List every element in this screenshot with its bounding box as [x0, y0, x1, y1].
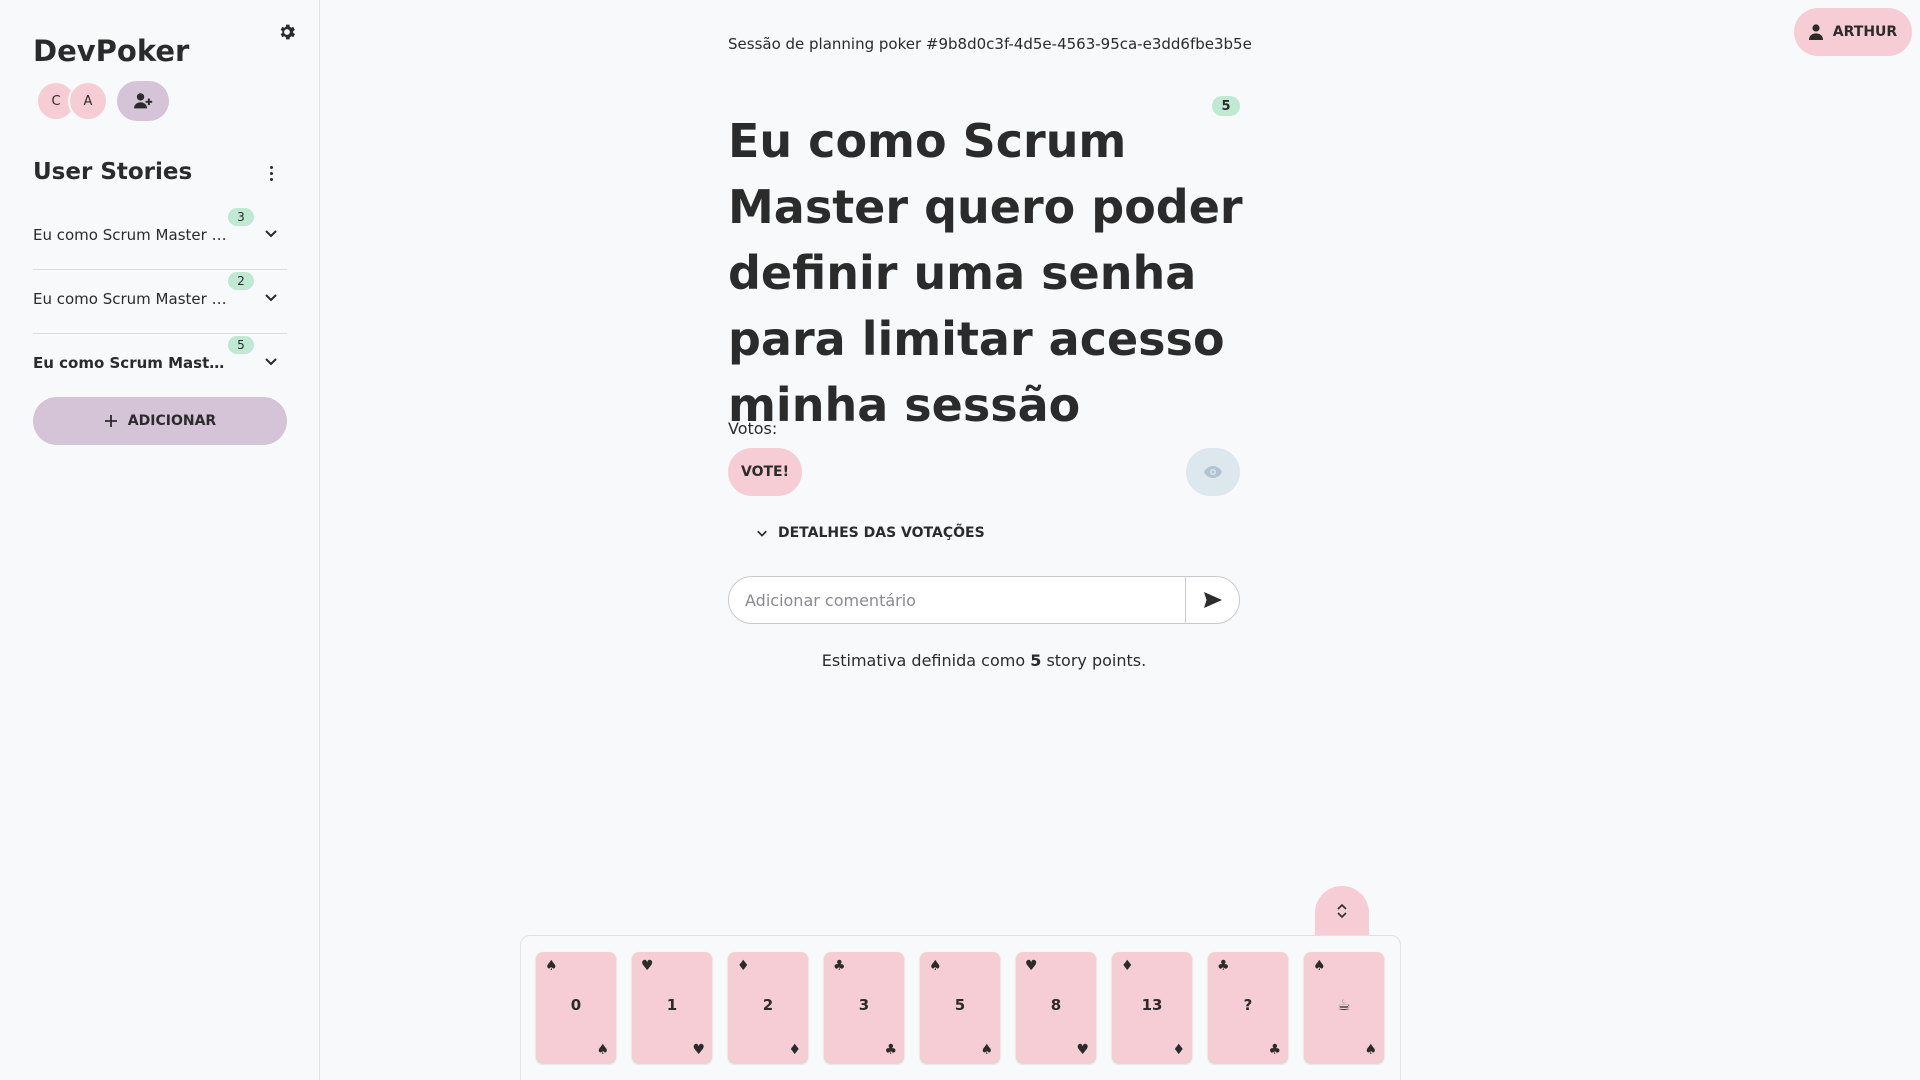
- story-item[interactable]: Eu como Scrum Master q... 2: [33, 270, 287, 334]
- add-story-label: ADICIONAR: [127, 413, 217, 429]
- estimate-value: 5: [1030, 651, 1042, 670]
- suit-icon: ♣: [1217, 958, 1230, 974]
- story-item[interactable]: Eu como Scrum Master q... 3: [33, 206, 287, 270]
- suit-icon: ♠: [980, 1042, 993, 1058]
- story-points-badge: 3: [228, 208, 254, 226]
- poker-card[interactable]: ♠ 0 ♠: [536, 952, 616, 1063]
- poker-card[interactable]: ♣ ? ♣: [1208, 952, 1288, 1063]
- user-stories-title: User Stories: [33, 159, 193, 185]
- suit-icon: ♥: [692, 1042, 705, 1058]
- suit-icon: ♠: [1313, 958, 1326, 974]
- story-item-active[interactable]: Eu como Scrum Master ... 5: [33, 334, 287, 398]
- suit-icon: ♦: [1172, 1042, 1185, 1058]
- suit-icon: ♦: [788, 1042, 801, 1058]
- suit-icon: ♦: [1121, 958, 1134, 974]
- chevron-down-icon: [757, 530, 767, 537]
- card-value: 3: [858, 996, 870, 1014]
- estimate-prefix: Estimativa definida como: [821, 651, 1026, 670]
- suit-icon: ♥: [1076, 1042, 1089, 1058]
- suit-icon: ♠: [596, 1042, 609, 1058]
- chevron-down-icon[interactable]: [264, 290, 278, 304]
- story-heading: Eu como Scrum Master quero poder definir…: [728, 114, 1243, 432]
- sidebar: DevPoker C A User Stories Eu como Scrum …: [0, 0, 320, 1080]
- user-plus-icon: [134, 93, 153, 109]
- vote-button[interactable]: VOTE!: [728, 448, 802, 496]
- eye-icon: [1204, 466, 1222, 478]
- card-value: ?: [1243, 996, 1253, 1014]
- suit-icon: ♣: [884, 1042, 897, 1058]
- cards-panel: ♠ 0 ♠ ♥ 1 ♥ ♦ 2 ♦ ♣ 3 ♣ ♠ 5 ♠ ♥ 8 ♥ ♦ 13…: [520, 935, 1401, 1080]
- story-title: Eu como Scrum Master ...: [33, 354, 228, 372]
- avatar[interactable]: A: [68, 81, 108, 121]
- suit-icon: ♠: [545, 958, 558, 974]
- poker-card[interactable]: ♥ 8 ♥: [1016, 952, 1096, 1063]
- chevron-down-icon[interactable]: [264, 354, 278, 368]
- story-title: Eu como Scrum Master q...: [33, 226, 228, 244]
- send-button[interactable]: [1185, 577, 1239, 623]
- vote-details-label: DETALHES DAS VOTAÇÕES: [778, 525, 985, 541]
- card-value: 5: [954, 996, 966, 1014]
- poker-card[interactable]: ♦ 2 ♦: [728, 952, 808, 1063]
- toggle-cards-button[interactable]: [1315, 886, 1369, 936]
- poker-card[interactable]: ♣ 3 ♣: [824, 952, 904, 1063]
- user-icon: [1808, 24, 1823, 40]
- add-user-button[interactable]: [117, 81, 169, 121]
- card-value: 2: [762, 996, 774, 1014]
- chevron-down-icon[interactable]: [264, 226, 278, 240]
- unfold-icon: [1337, 903, 1347, 919]
- app-title: DevPoker: [33, 34, 190, 68]
- story-points-badge: 5: [228, 336, 254, 354]
- user-name: ARTHUR: [1832, 24, 1898, 40]
- gear-icon[interactable]: [277, 22, 297, 42]
- card-value: 0: [570, 996, 582, 1014]
- suit-icon: ♠: [929, 958, 942, 974]
- plus-icon: [104, 415, 117, 427]
- suit-icon: ♥: [641, 958, 654, 974]
- suit-icon: ♣: [833, 958, 846, 974]
- session-id: Sessão de planning poker #9b8d0c3f-4d5e-…: [728, 35, 1252, 53]
- card-value: ☕: [1337, 996, 1351, 1014]
- card-value: 13: [1141, 996, 1163, 1014]
- suit-icon: ♦: [737, 958, 750, 974]
- estimate-text: Estimativa definida como 5 story points.: [728, 651, 1240, 670]
- card-value: 1: [666, 996, 678, 1014]
- comment-input[interactable]: [729, 577, 1187, 623]
- votes-label: Votos:: [728, 419, 778, 438]
- story-title: Eu como Scrum Master q...: [33, 290, 228, 308]
- more-options-icon[interactable]: [263, 162, 279, 184]
- poker-card[interactable]: ♠ 5 ♠: [920, 952, 1000, 1063]
- add-story-button[interactable]: ADICIONAR: [33, 397, 287, 445]
- comment-box: [728, 576, 1240, 624]
- user-button[interactable]: ARTHUR: [1794, 8, 1912, 56]
- suit-icon: ♥: [1025, 958, 1038, 974]
- card-value: 8: [1050, 996, 1062, 1014]
- poker-card[interactable]: ♥ 1 ♥: [632, 952, 712, 1063]
- poker-card[interactable]: ♦ 13 ♦: [1112, 952, 1192, 1063]
- suit-icon: ♣: [1268, 1042, 1281, 1058]
- vote-details-toggle[interactable]: DETALHES DAS VOTAÇÕES: [756, 525, 985, 541]
- suit-icon: ♠: [1364, 1042, 1377, 1058]
- story-points-badge: 2: [228, 272, 254, 290]
- send-icon: [1203, 592, 1222, 608]
- poker-card[interactable]: ♠ ☕ ♠: [1304, 952, 1384, 1063]
- reveal-votes-button[interactable]: [1186, 448, 1240, 496]
- estimate-suffix: story points.: [1046, 651, 1147, 670]
